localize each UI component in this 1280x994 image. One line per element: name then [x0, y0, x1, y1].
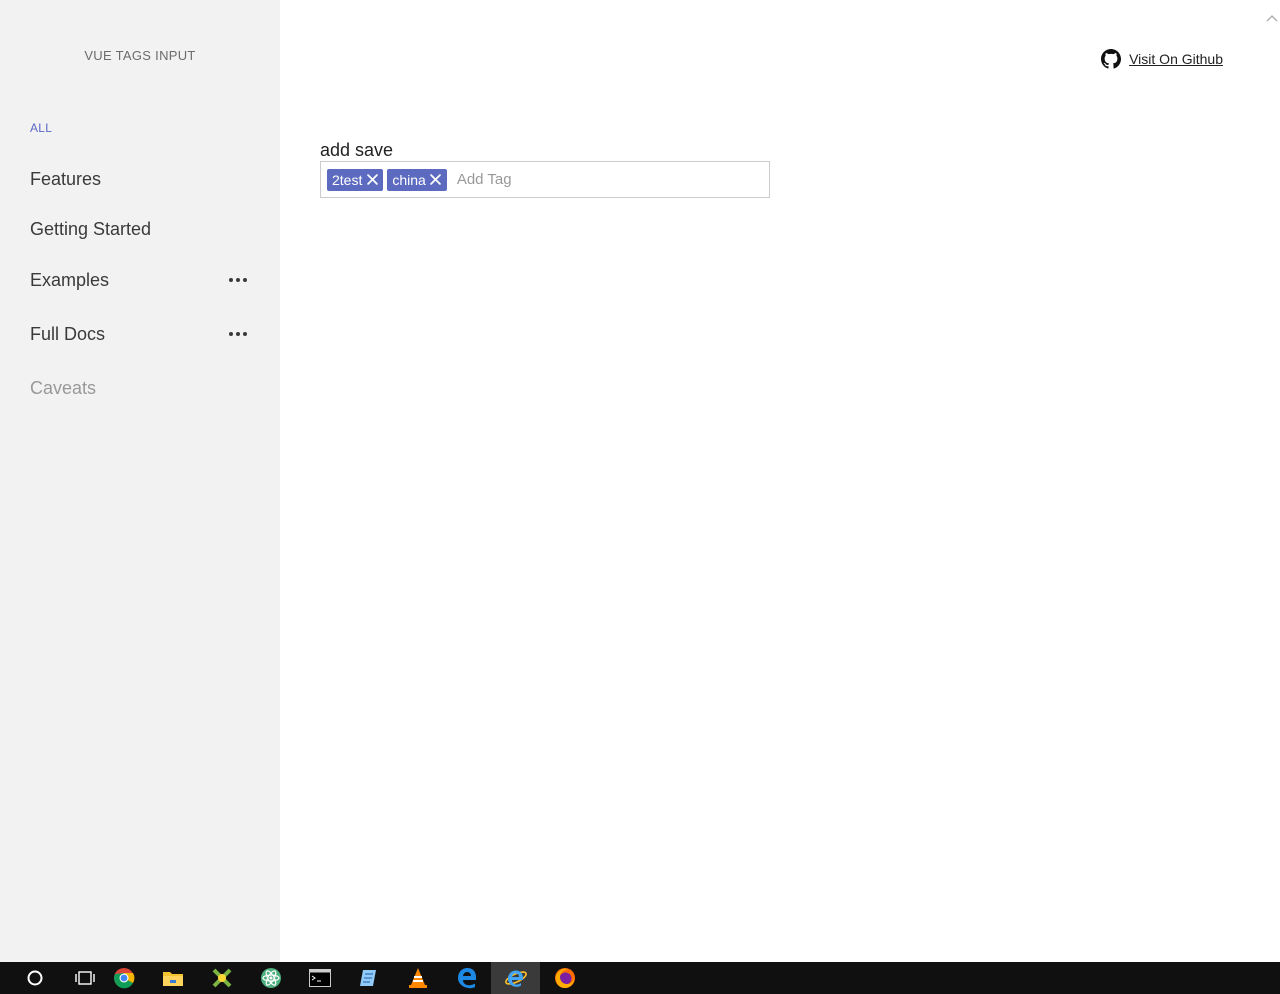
- tag-chip: china: [387, 168, 447, 191]
- sidebar-item-label: Features: [30, 168, 102, 189]
- close-icon[interactable]: [430, 174, 442, 186]
- search-circle-icon[interactable]: [0, 962, 70, 994]
- tag-text: china: [392, 171, 426, 188]
- edge-icon[interactable]: [442, 962, 491, 994]
- sidebar-item-getting-started[interactable]: Getting Started: [30, 214, 250, 244]
- sidebar-item-label: Getting Started: [30, 218, 152, 239]
- atom-icon[interactable]: [246, 962, 295, 994]
- sidebar-item-label: Examples: [30, 269, 110, 290]
- sidebar-item-label: Caveats: [30, 377, 97, 398]
- chrome-icon[interactable]: [99, 962, 148, 994]
- sidebar-item-features[interactable]: Features: [30, 164, 250, 194]
- taskbar: [0, 962, 1280, 994]
- sidebar-item-full-docs[interactable]: Full Docs: [30, 319, 250, 349]
- tags-input[interactable]: 2test china: [320, 161, 770, 198]
- sidebar: VUE TAGS INPUT ALL Features Getting Star…: [0, 0, 280, 962]
- app-icon[interactable]: [197, 962, 246, 994]
- field-label: add save: [320, 140, 394, 160]
- internet-explorer-icon[interactable]: [491, 962, 540, 994]
- vlc-icon[interactable]: [393, 962, 442, 994]
- chevron-up-icon[interactable]: [1266, 12, 1278, 24]
- sidebar-item-examples[interactable]: Examples: [30, 265, 250, 295]
- nav-all-link[interactable]: ALL: [30, 121, 52, 135]
- tag-text: 2test: [332, 171, 363, 188]
- github-icon: [1101, 49, 1122, 69]
- scrollbar[interactable]: [1264, 0, 1280, 962]
- sidebar-item-caveats[interactable]: Caveats: [30, 373, 250, 403]
- more-icon[interactable]: [229, 332, 250, 336]
- close-icon[interactable]: [366, 174, 378, 186]
- file-explorer-icon[interactable]: [148, 962, 197, 994]
- tag-chip: 2test: [327, 168, 384, 191]
- sidebar-item-label: Full Docs: [30, 323, 106, 344]
- main-content: Visit On Github add save 2test china: [280, 0, 1264, 962]
- notepad-icon[interactable]: [344, 962, 393, 994]
- terminal-icon[interactable]: [295, 962, 344, 994]
- github-link[interactable]: Visit On Github: [1101, 49, 1223, 69]
- github-link-text: Visit On Github: [1129, 51, 1223, 67]
- firefox-icon[interactable]: [540, 962, 589, 994]
- task-view-icon[interactable]: [70, 962, 99, 994]
- brand-title: VUE TAGS INPUT: [84, 48, 196, 63]
- add-tag-input[interactable]: [456, 171, 737, 188]
- more-icon[interactable]: [229, 278, 250, 282]
